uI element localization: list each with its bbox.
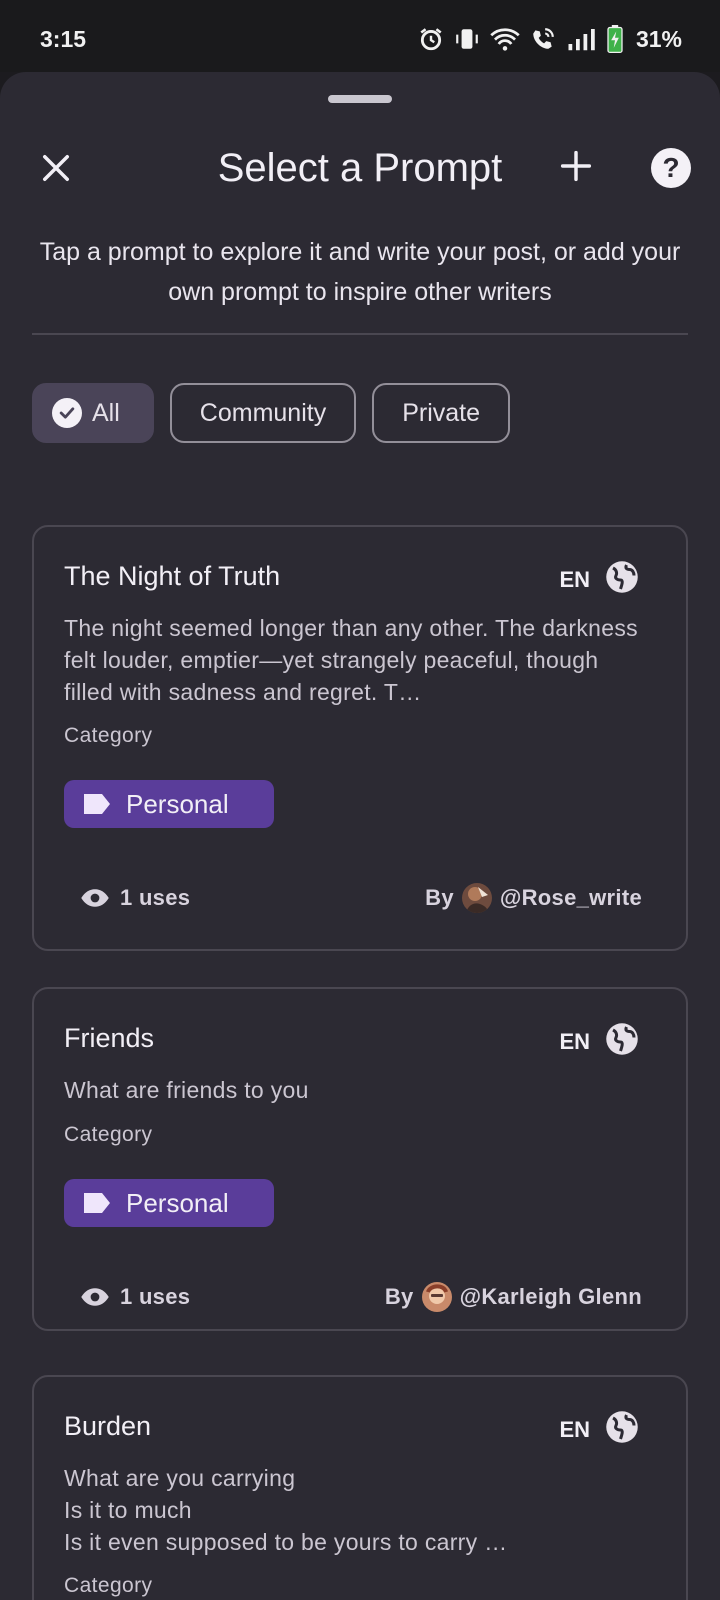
help-button[interactable]: ? xyxy=(651,148,691,188)
category-tag[interactable]: Personal xyxy=(64,1179,274,1227)
drag-handle[interactable] xyxy=(328,95,392,103)
subtitle: Tap a prompt to explore it and write you… xyxy=(39,238,681,306)
by-label: By xyxy=(425,885,454,910)
filter-chip-label: Private xyxy=(402,398,481,427)
language-badge: EN xyxy=(559,567,590,592)
uses-text: 1 uses xyxy=(120,885,191,910)
globe-icon xyxy=(606,561,638,593)
filter-chips: All Community Private xyxy=(32,383,511,443)
prompt-description: The night seemed longer than any other. … xyxy=(64,615,638,705)
prompt-card[interactable]: Burden EN What are you carrying Is it to… xyxy=(32,1375,688,1600)
globe-icon xyxy=(606,1411,638,1443)
filter-chip-private[interactable]: Private xyxy=(372,383,511,443)
uses-text: 1 uses xyxy=(120,1284,191,1309)
vibrate-icon xyxy=(456,29,478,49)
globe-icon xyxy=(606,1023,638,1055)
battery-charging-icon xyxy=(607,25,623,53)
category-tag-label: Personal xyxy=(126,788,229,819)
language-badge: EN xyxy=(559,1029,590,1054)
signal-icon xyxy=(568,29,595,51)
label-icon xyxy=(84,1193,110,1213)
filter-chip-label: All xyxy=(92,398,120,427)
avatar xyxy=(461,883,492,913)
alarm-icon xyxy=(420,28,442,51)
label-icon xyxy=(84,794,110,814)
filter-chip-community[interactable]: Community xyxy=(169,383,357,443)
uses-count: 1 uses xyxy=(80,1284,190,1310)
add-prompt-button[interactable] xyxy=(556,146,596,186)
author-name: @Rose_write xyxy=(499,885,642,910)
prompt-card[interactable]: The Night of Truth EN The night seemed l… xyxy=(32,525,688,951)
plus-icon xyxy=(560,150,592,182)
wifi-calling-icon xyxy=(533,28,554,49)
filter-chip-all[interactable]: All xyxy=(32,383,154,443)
wifi-icon xyxy=(490,28,520,51)
prompt-title: The Night of Truth xyxy=(64,561,281,591)
close-button[interactable] xyxy=(36,148,76,188)
prompt-description: What are friends to you xyxy=(64,1077,309,1103)
prompt-card[interactable]: Friends EN What are friends to you Categ… xyxy=(32,987,688,1331)
prompt-title: Friends xyxy=(64,1023,155,1053)
divider xyxy=(32,333,688,335)
check-icon xyxy=(52,398,82,428)
category-label: Category xyxy=(64,1574,153,1597)
author-byline[interactable]: By @Rose_write xyxy=(425,883,642,913)
prompt-sheet: Select a Prompt ? Tap a prompt to explor… xyxy=(0,72,720,1600)
prompt-title: Burden xyxy=(64,1411,152,1441)
category-label: Category xyxy=(64,724,153,747)
by-label: By xyxy=(384,1284,414,1309)
status-icons: 31% xyxy=(418,24,682,54)
status-time: 3:15 xyxy=(40,26,87,52)
category-label: Category xyxy=(64,1123,153,1146)
filter-chip-label: Community xyxy=(199,398,327,427)
battery-percent: 31% xyxy=(635,25,682,52)
help-icon: ? xyxy=(662,152,680,183)
category-tag-label: Personal xyxy=(126,1187,229,1218)
eye-icon xyxy=(81,889,109,907)
page-title: Select a Prompt xyxy=(217,146,503,190)
language-badge: EN xyxy=(559,1417,590,1442)
author-name: @Karleigh Glenn xyxy=(459,1284,642,1309)
close-icon xyxy=(43,155,69,181)
uses-count: 1 uses xyxy=(80,885,190,911)
avatar xyxy=(421,1282,452,1312)
prompt-description: What are you carrying Is it to much Is i… xyxy=(64,1465,508,1555)
eye-icon xyxy=(81,1288,109,1306)
status-bar: 3:15 31% xyxy=(0,0,720,72)
author-byline[interactable]: By @Karleigh Glenn xyxy=(385,1282,642,1312)
category-tag[interactable]: Personal xyxy=(64,780,274,828)
